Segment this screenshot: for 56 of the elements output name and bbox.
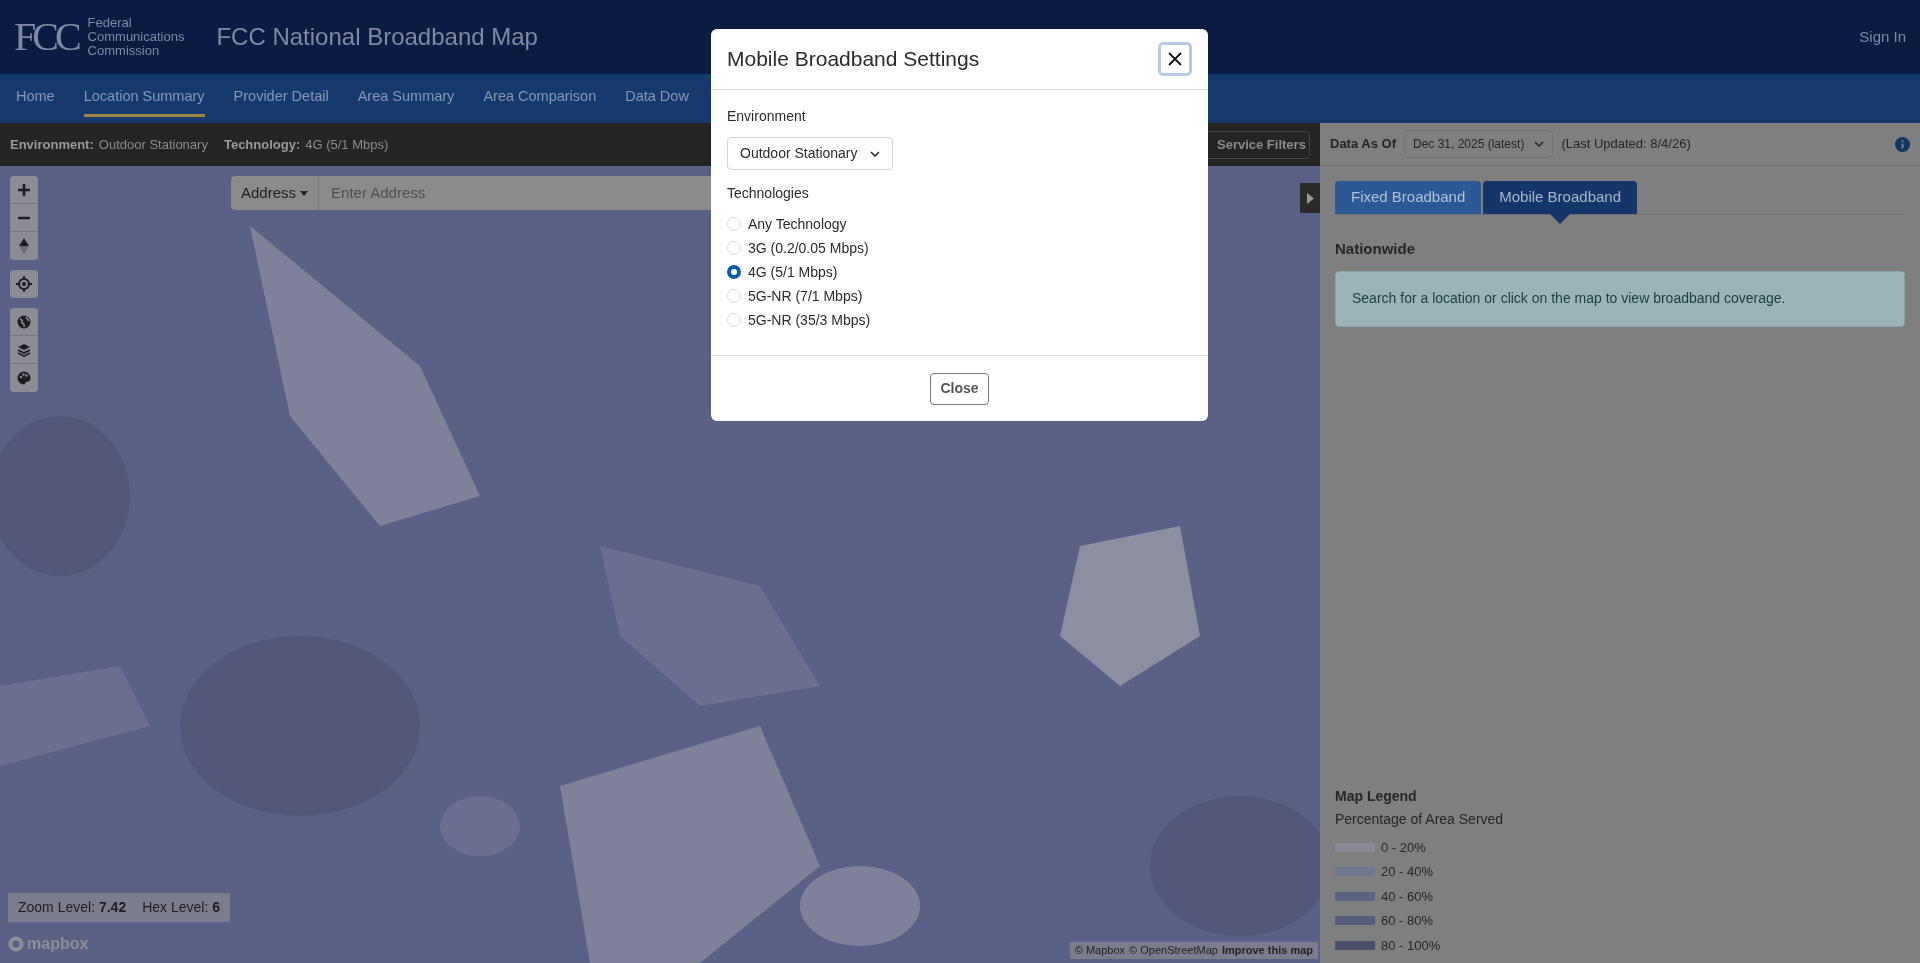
legend-label: 20 - 40%: [1381, 863, 1434, 881]
filter-value: 4G (5/1 Mbps): [305, 135, 389, 154]
triangle-right-icon: [1306, 192, 1314, 204]
nav-tab[interactable]: Home: [16, 80, 55, 117]
filter-label: Technology:: [223, 135, 301, 154]
legend-label: 80 - 100%: [1381, 936, 1441, 955]
panel-tab[interactable]: Fixed Broadband: [1335, 181, 1482, 214]
legend-label: 60 - 80%: [1381, 912, 1434, 930]
environment-dropdown[interactable]: Outdoor Stationary: [727, 137, 893, 170]
option-label: 5G-NR (7/1 Mbps): [748, 286, 863, 306]
hex-level-text: Hex Level: 6: [142, 898, 221, 917]
field-label: Environment: [727, 107, 807, 126]
sign-in-link[interactable]: Sign In: [1859, 25, 1906, 49]
nav-tab[interactable]: Provider Detail: [233, 80, 329, 117]
option-label: 4G (5/1 Mbps): [748, 262, 838, 282]
option-label: Any Technology: [748, 214, 847, 234]
section-heading: Nationwide: [1335, 239, 1416, 259]
close-button[interactable]: [1158, 42, 1192, 76]
close-icon: [1168, 52, 1182, 66]
agency-name-line: Commission: [87, 44, 161, 58]
attribution-link[interactable]: Improve this map: [1221, 942, 1313, 959]
legend-subtitle: Percentage of Area Served: [1335, 809, 1505, 829]
field-label: Technologies: [727, 184, 810, 203]
nav-tab[interactable]: Data Dow: [625, 80, 689, 117]
info-message: Search for a location or click on the map to view broadband coverage.: [1335, 270, 1905, 327]
address-type-dropdown[interactable]: Address: [231, 176, 320, 210]
legend-label: 40 - 60%: [1381, 887, 1434, 906]
nav-tab[interactable]: Area Summary: [357, 80, 455, 117]
zoom-level-text: Zoom Level: 7.42: [18, 898, 127, 917]
attribution-link[interactable]: © OpenStreetMap: [1129, 942, 1218, 959]
agency-name-line: Federal: [87, 16, 133, 30]
chevron-down-icon: [869, 150, 880, 157]
data-as-of-label: Data As Of: [1330, 135, 1396, 154]
caret-icon: [300, 190, 309, 196]
radio-button[interactable]: [727, 265, 741, 279]
app-title: FCC National Broadband Map: [216, 22, 538, 52]
chevron-down-icon: [1534, 141, 1545, 147]
option-label: 5G-NR (35/3 Mbps): [748, 310, 871, 330]
expand-panel-button[interactable]: [1300, 183, 1320, 213]
legend-label: 0 - 20%: [1381, 838, 1426, 857]
option-label: 3G (0.2/0.05 Mbps): [748, 238, 869, 258]
nav-tab[interactable]: Area Comparison: [483, 80, 597, 117]
mapbox-logo-icon: [8, 936, 24, 952]
attribution-link[interactable]: © Mapbox: [1074, 942, 1126, 959]
last-updated-text: (Last Updated: 8/4/26): [1561, 135, 1691, 154]
close-dialog-button[interactable]: Close: [930, 372, 989, 405]
agency-name-line: Communications: [87, 30, 185, 44]
tab-pointer: [1550, 214, 1571, 224]
info-icon[interactable]: [1895, 136, 1910, 152]
fcc-logo: FCC: [14, 17, 78, 57]
filter-label: Environment:: [10, 135, 94, 154]
dialog-title: Mobile Broadband Settings: [727, 46, 981, 73]
nav-tab[interactable]: Location Summary: [83, 80, 205, 117]
legend-title: Map Legend: [1335, 786, 1418, 806]
date-dropdown[interactable]: Dec 31, 2025 (latest): [1404, 130, 1554, 158]
filter-value: Outdoor Stationary: [98, 135, 208, 154]
